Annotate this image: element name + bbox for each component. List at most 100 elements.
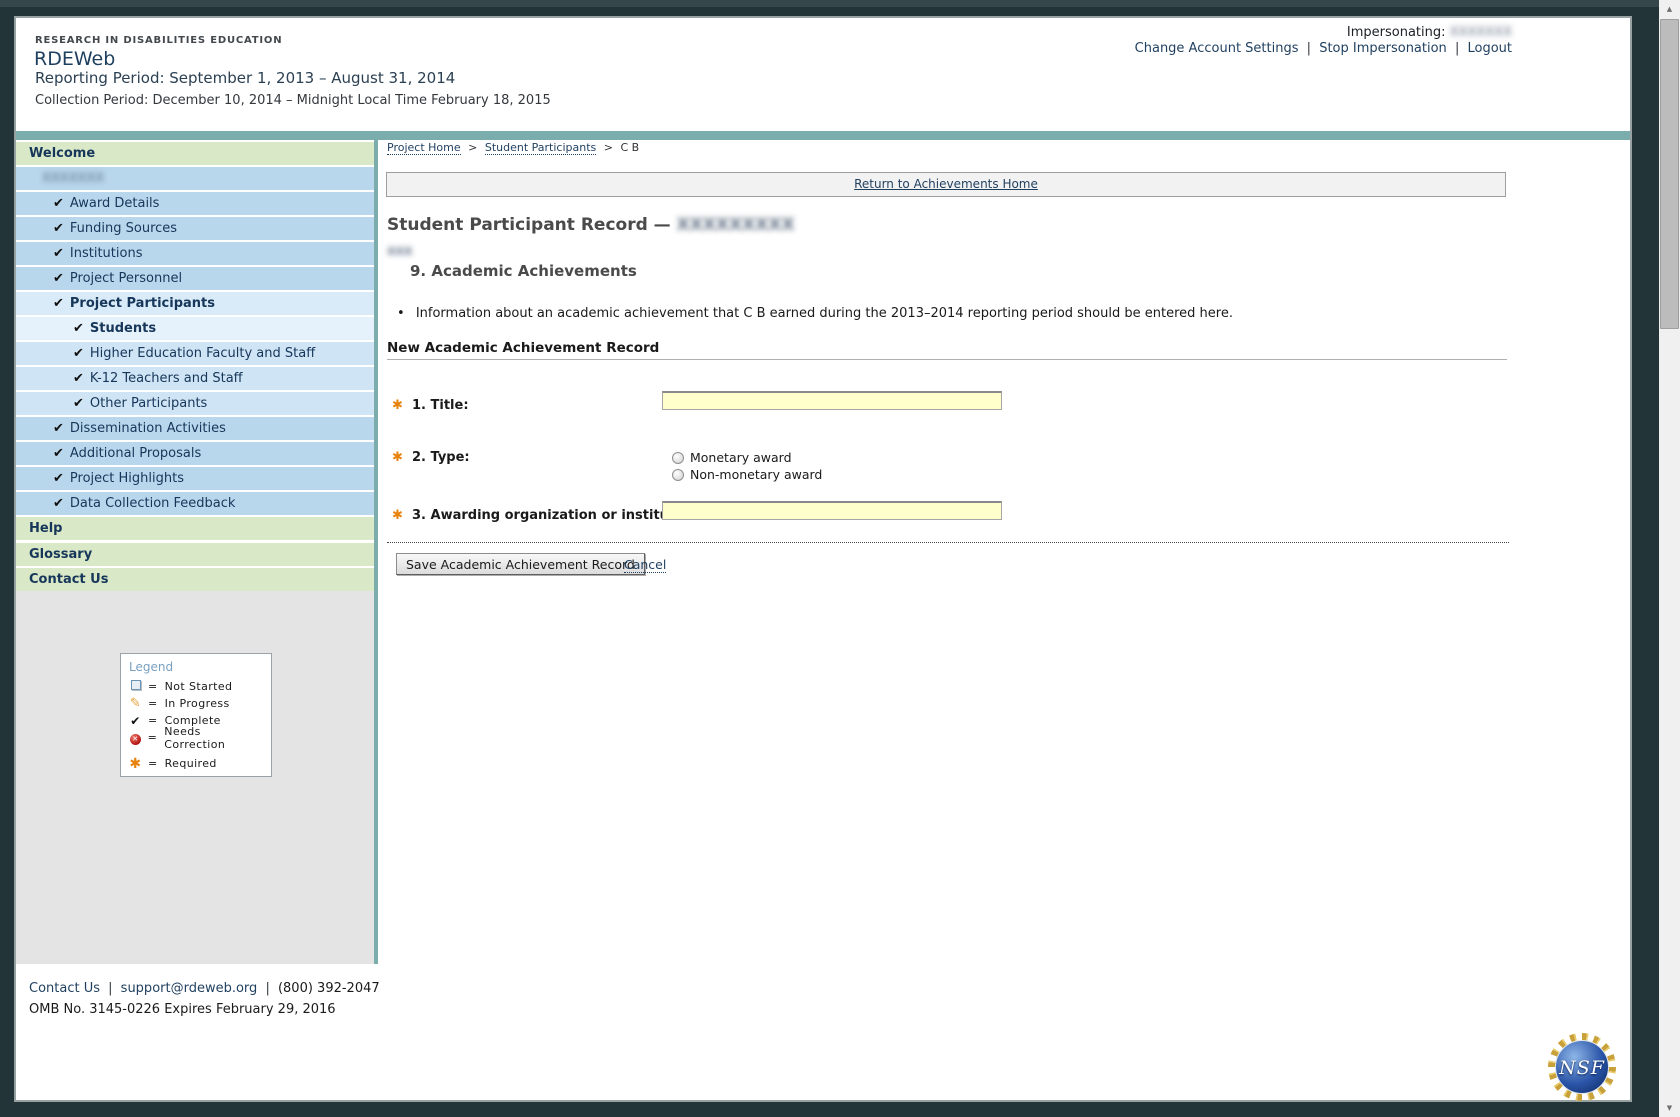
in-progress-icon: ✎ bbox=[129, 696, 142, 711]
check-icon: ✔ bbox=[53, 271, 64, 286]
sidebar-nav: Welcome XXXXXXX ✔Award Details ✔ Funding … bbox=[16, 142, 374, 592]
sidebar-item-help[interactable]: Help bbox=[16, 517, 374, 540]
breadcrumb-separator: > bbox=[600, 141, 617, 154]
account-links: Change Account Settings | Stop Impersona… bbox=[1135, 41, 1512, 56]
radio-option-label: Non-monetary award bbox=[690, 467, 822, 482]
sidebar-item-additional-proposals[interactable]: ✔Additional Proposals bbox=[16, 442, 374, 465]
collection-period: Collection Period: December 10, 2014 – M… bbox=[35, 93, 551, 108]
footer-contact-us-link[interactable]: Contact Us bbox=[29, 981, 100, 996]
nsf-logo-globe: NSF bbox=[1555, 1040, 1609, 1094]
radio-option-non-monetary[interactable]: Non-monetary award bbox=[672, 464, 822, 483]
sidebar-item-project-highlights[interactable]: ✔ Project Highlights bbox=[16, 467, 374, 490]
info-bullet: • Information about an academic achievem… bbox=[397, 306, 1233, 321]
scrollbar-track[interactable]: ▲ ▼ bbox=[1659, 0, 1680, 1117]
sidebar-item-dissemination-activities[interactable]: ✔Dissemination Activities bbox=[16, 417, 374, 440]
org-eyebrow: RESEARCH IN DISABILITIES EDUCATION bbox=[35, 35, 282, 46]
impersonating-label: Impersonating: bbox=[1347, 25, 1446, 40]
stop-impersonation-link[interactable]: Stop Impersonation bbox=[1319, 41, 1447, 56]
sidebar-item-project-personnel[interactable]: ✔ Project Personnel bbox=[16, 267, 374, 290]
record-number-redacted: XXXXXXXXX bbox=[677, 215, 795, 235]
save-academic-achievement-button[interactable]: Save Academic Achievement Record bbox=[396, 553, 645, 575]
teal-divider-horizontal bbox=[16, 131, 1630, 140]
sidebar-item-higher-ed-faculty-staff[interactable]: ✔Higher Education Faculty and Staff bbox=[16, 342, 374, 365]
sidebar-item-project-participants[interactable]: ✔Project Participants bbox=[16, 292, 374, 315]
window-top-strip bbox=[0, 0, 1659, 7]
footer-phone: (800) 392-2047 bbox=[278, 981, 380, 996]
breadcrumb-project-home-link[interactable]: Project Home bbox=[387, 141, 461, 155]
scroll-down-button[interactable]: ▼ bbox=[1659, 1099, 1680, 1117]
sidebar-item-other-participants[interactable]: ✔Other Participants bbox=[16, 392, 374, 415]
logout-link[interactable]: Logout bbox=[1467, 41, 1512, 56]
return-home-bar: Return to Achievements Home bbox=[386, 172, 1506, 197]
sidebar-item-label: Other Participants bbox=[90, 396, 207, 411]
cancel-link[interactable]: Cancel bbox=[624, 557, 666, 573]
required-icon: ✱ bbox=[129, 756, 142, 772]
complete-icon: ✔ bbox=[129, 714, 142, 728]
sidebar-item-label: Project Highlights bbox=[70, 471, 184, 486]
sidebar-item-funding-sources[interactable]: ✔ Funding Sources bbox=[16, 217, 374, 240]
teal-divider-vertical bbox=[374, 131, 378, 964]
check-icon: ✔ bbox=[53, 471, 64, 486]
sidebar-item-students[interactable]: ✔Students bbox=[16, 317, 374, 340]
bullet-marker: • bbox=[397, 306, 405, 321]
breadcrumb-student-participants-link[interactable]: Student Participants bbox=[485, 141, 596, 155]
sidebar-item-label: XXXXXXX bbox=[42, 171, 104, 186]
form-divider bbox=[387, 542, 1509, 543]
field-label-text: 1. Title: bbox=[412, 398, 469, 413]
legend-label: In Progress bbox=[165, 697, 230, 710]
sidebar-item-label: Glossary bbox=[29, 547, 92, 562]
legend-title: Legend bbox=[129, 660, 263, 674]
sidebar-item-label: K-12 Teachers and Staff bbox=[90, 371, 243, 386]
equals-sign: = bbox=[148, 731, 158, 744]
legend-label: Needs Correction bbox=[164, 725, 263, 751]
sidebar-item-label: Additional Proposals bbox=[70, 446, 201, 461]
check-icon: ✔ bbox=[53, 221, 64, 236]
sidebar-item-data-collection-feedback[interactable]: ✔Data Collection Feedback bbox=[16, 492, 374, 515]
footer-support-email-link[interactable]: support@rdeweb.org bbox=[121, 981, 258, 996]
breadcrumb-current: C B bbox=[620, 141, 639, 154]
change-account-settings-link[interactable]: Change Account Settings bbox=[1135, 41, 1299, 56]
app-title: RDEWeb bbox=[34, 48, 115, 70]
title-input[interactable] bbox=[662, 391, 1002, 410]
impersonating-user-redacted: XXXXXXX bbox=[1450, 25, 1512, 40]
sidebar-item-label: Funding Sources bbox=[70, 221, 177, 236]
info-bullet-text: Information about an academic achievemen… bbox=[416, 306, 1233, 321]
legend-item-needs-correction: ✕ = Needs Correction bbox=[129, 729, 263, 746]
radio-button-icon[interactable] bbox=[672, 469, 684, 481]
radio-button-icon[interactable] bbox=[672, 452, 684, 464]
heading-rule bbox=[387, 359, 1507, 360]
legend-label: Required bbox=[165, 757, 217, 770]
nsf-logo: NSF bbox=[1548, 1033, 1616, 1101]
sidebar-item-institutions[interactable]: ✔Institutions bbox=[16, 242, 374, 265]
footer-contact-line: Contact Us | support@rdeweb.org | (800) … bbox=[29, 981, 380, 996]
participant-name-redacted: XXX bbox=[387, 245, 412, 258]
sidebar-item-k12-teachers-staff[interactable]: ✔K-12 Teachers and Staff bbox=[16, 367, 374, 390]
required-icon: ✱ bbox=[392, 398, 403, 413]
breadcrumb: Project Home > Student Participants > C … bbox=[387, 141, 639, 154]
equals-sign: = bbox=[148, 757, 158, 770]
sidebar-item-label: Data Collection Feedback bbox=[70, 496, 236, 511]
sidebar-item-welcome[interactable]: Welcome bbox=[16, 142, 374, 165]
return-to-achievements-home-link[interactable]: Return to Achievements Home bbox=[854, 177, 1038, 191]
link-separator: | bbox=[1451, 41, 1463, 56]
sidebar-item-award-details[interactable]: ✔Award Details bbox=[16, 192, 374, 215]
needs-correction-icon: ✕ bbox=[130, 734, 141, 745]
check-icon: ✔ bbox=[73, 321, 84, 336]
field-type-label: ✱ 2. Type: bbox=[392, 446, 470, 465]
legend-box: Legend = Not Started ✎ = In Progress ✔ =… bbox=[120, 653, 272, 777]
field-label-text: 3. Awarding organization or institution: bbox=[412, 508, 703, 523]
equals-sign: = bbox=[148, 714, 158, 727]
sidebar-item-award-number-redacted[interactable]: XXXXXXX bbox=[16, 167, 374, 190]
legend-item-required: ✱ = Required bbox=[129, 755, 263, 772]
form-heading: New Academic Achievement Record bbox=[387, 340, 659, 356]
sidebar-item-glossary[interactable]: Glossary bbox=[16, 543, 374, 566]
scroll-up-button[interactable]: ▲ bbox=[1659, 0, 1680, 18]
scrollbar-thumb[interactable] bbox=[1660, 19, 1679, 329]
check-icon: ✔ bbox=[53, 196, 64, 211]
footer-separator: | bbox=[104, 981, 116, 996]
field-awarding-org-label: ✱ 3. Awarding organization or institutio… bbox=[392, 504, 703, 523]
awarding-organization-input[interactable] bbox=[662, 501, 1002, 520]
sidebar-item-label: Project Personnel bbox=[70, 271, 182, 286]
sidebar-item-contact-us[interactable]: Contact Us bbox=[16, 568, 374, 591]
field-label-text: 2. Type: bbox=[412, 450, 470, 465]
